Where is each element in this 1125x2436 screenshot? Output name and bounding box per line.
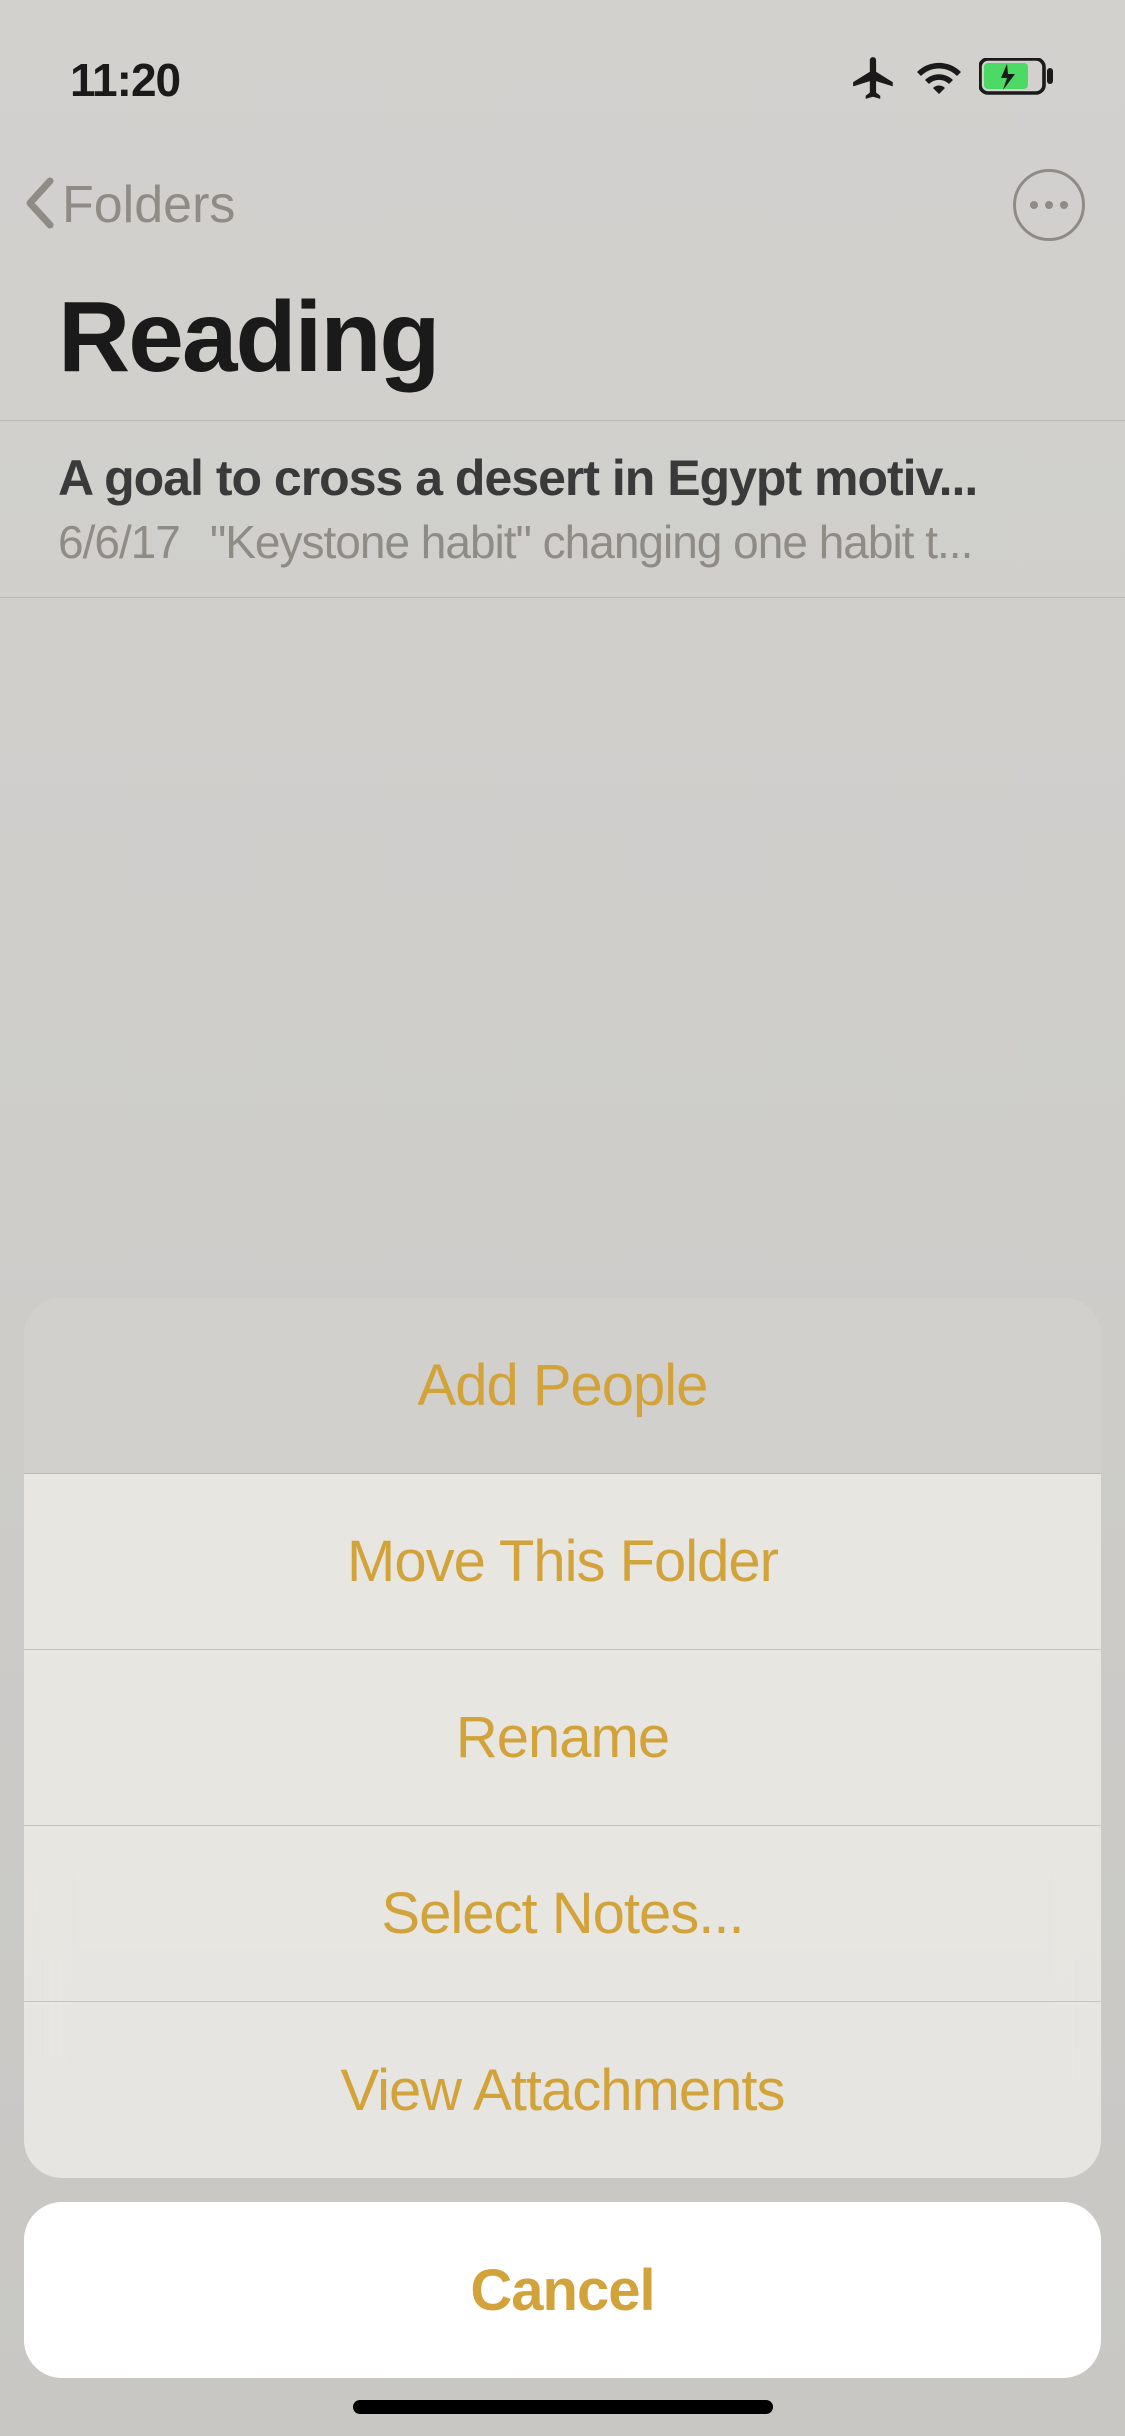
note-date: 6/6/17 [58,515,180,569]
note-preview: "Keystone habit" changing one habit t... [210,515,1067,569]
airplane-mode-icon [849,53,899,108]
action-select-notes[interactable]: Select Notes... [24,1826,1101,2002]
note-subtitle: 6/6/17 "Keystone habit" changing one hab… [58,515,1067,569]
action-group: Add People Move This Folder Rename Selec… [24,1298,1101,2178]
action-move-folder[interactable]: Move This Folder [24,1474,1101,1650]
dot-icon [1030,201,1038,209]
battery-charging-icon [979,58,1055,103]
nav-bar: Folders [0,155,1125,255]
page-title: Reading [58,280,438,395]
cancel-button[interactable]: Cancel [24,2202,1101,2378]
back-label: Folders [62,175,235,235]
action-view-attachments[interactable]: View Attachments [24,2002,1101,2178]
note-row[interactable]: A goal to cross a desert in Egypt motiv.… [0,421,1125,598]
action-add-people[interactable]: Add People [24,1298,1101,1474]
action-sheet: Add People Move This Folder Rename Selec… [0,1298,1125,2436]
note-list: A goal to cross a desert in Egypt motiv.… [0,420,1125,598]
more-options-button[interactable] [1013,169,1085,241]
home-indicator[interactable] [353,2400,773,2414]
back-button[interactable]: Folders [20,175,235,236]
dot-icon [1045,201,1053,209]
status-icons [849,53,1055,108]
action-rename[interactable]: Rename [24,1650,1101,1826]
status-time: 11:20 [70,53,180,107]
chevron-left-icon [20,175,60,236]
status-bar: 11:20 [0,0,1125,140]
note-title: A goal to cross a desert in Egypt motiv.… [58,449,1067,507]
dot-icon [1060,201,1068,209]
wifi-icon [915,54,963,107]
